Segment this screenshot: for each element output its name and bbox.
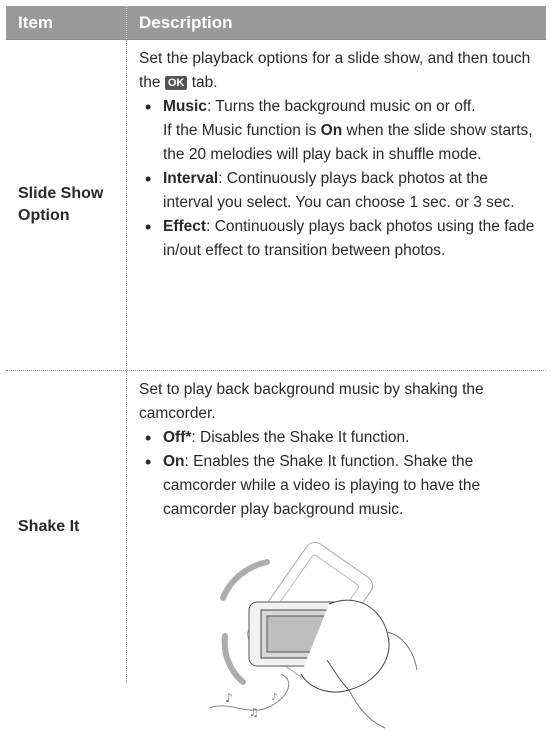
- hand-shaking-camcorder-icon: ♪ ♫ ♪: [208, 540, 419, 730]
- svg-text:♪: ♪: [271, 692, 277, 703]
- list-item: On: Enables the Shake It function. Shake…: [139, 450, 536, 522]
- list-item: Off*: Disables the Shake It function.: [139, 426, 536, 450]
- description-intro: Set the playback options for a slide sho…: [139, 50, 531, 91]
- option-list: Music: Turns the background music on or …: [139, 95, 536, 263]
- table-row: Slide Show Option Set the playback optio…: [6, 40, 546, 371]
- svg-text:♫: ♫: [249, 706, 259, 719]
- header-description: Description: [126, 6, 546, 39]
- list-item: Interval: Continuously plays back photos…: [139, 167, 536, 215]
- row-item-label: Slide Show Option: [18, 185, 104, 224]
- list-item: Effect: Continuously plays back photos u…: [139, 215, 536, 263]
- table-row: Shake It Set to play back background mus…: [6, 371, 546, 729]
- header-item: Item: [18, 12, 53, 32]
- row-description: Set to play back background music by sha…: [126, 371, 546, 729]
- feature-table: Item Description Slide Show Option Set t…: [6, 6, 546, 729]
- list-item: Music: Turns the background music on or …: [139, 95, 536, 167]
- option-list: Off*: Disables the Shake It function. On…: [139, 426, 536, 522]
- row-description: Set the playback options for a slide sho…: [126, 40, 546, 370]
- row-item-label: Shake It: [18, 518, 80, 536]
- ok-tab-icon: OK: [164, 76, 188, 90]
- table-header: Item Description: [6, 6, 546, 40]
- description-intro: Set to play back background music by sha…: [139, 381, 484, 422]
- svg-text:♪: ♪: [225, 691, 233, 705]
